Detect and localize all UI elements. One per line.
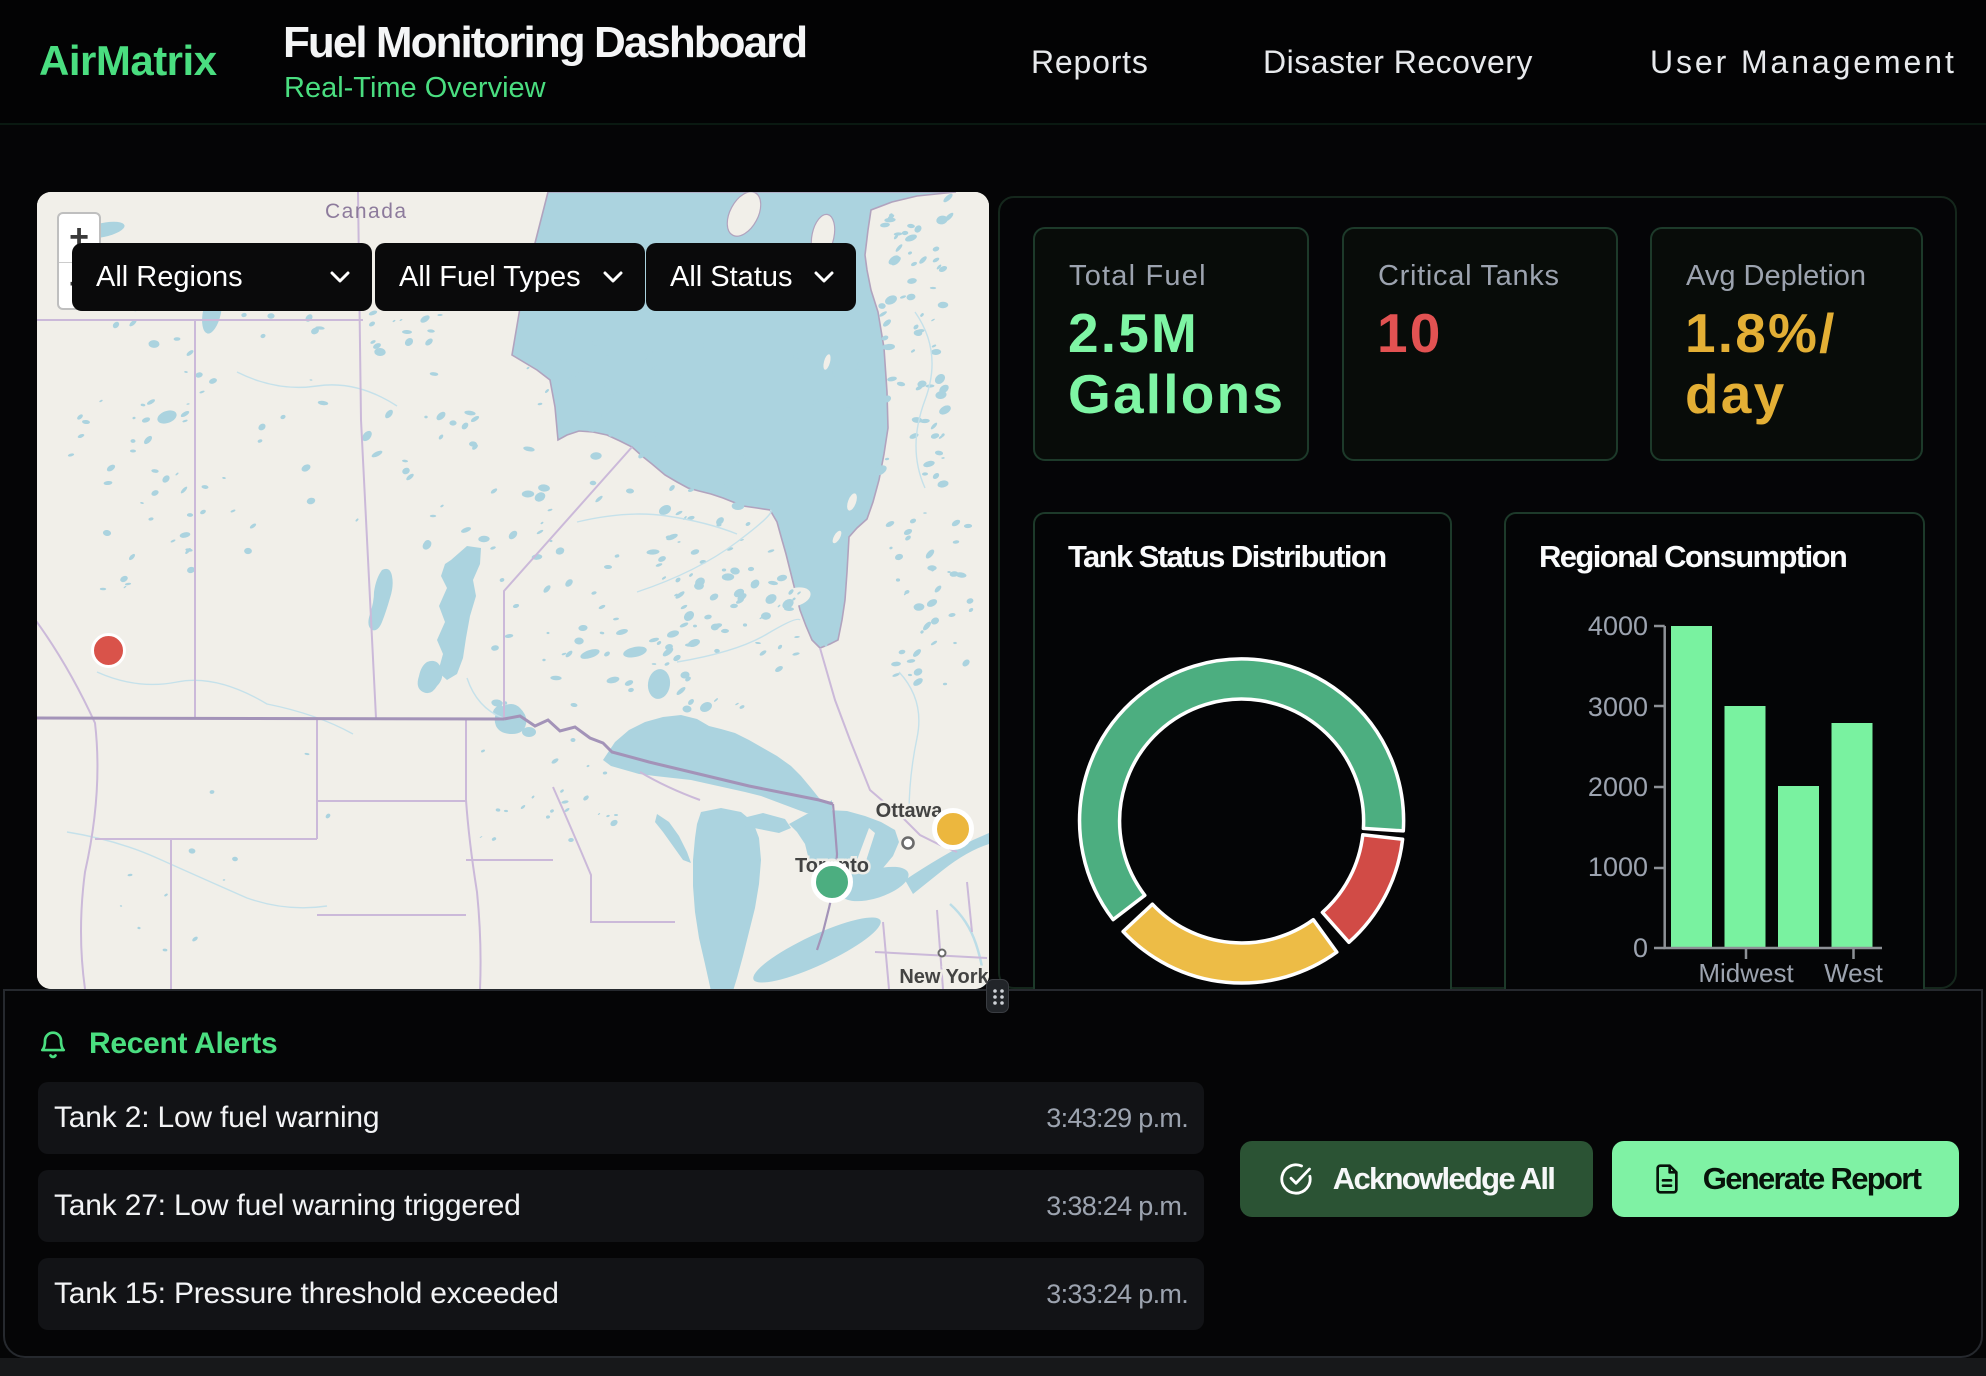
svg-text:New York: New York [899,966,989,988]
svg-text:Midwest: Midwest [1698,958,1794,988]
svg-text:3000: 3000 [1588,692,1648,722]
svg-text:Canada: Canada [325,200,408,223]
svg-text:West: West [1824,958,1884,988]
svg-text:4000: 4000 [1588,611,1648,641]
svg-text:1000: 1000 [1588,852,1648,882]
svg-text:0: 0 [1633,933,1648,963]
svg-text:2000: 2000 [1588,772,1648,802]
svg-text:Ottawa: Ottawa [876,800,944,822]
